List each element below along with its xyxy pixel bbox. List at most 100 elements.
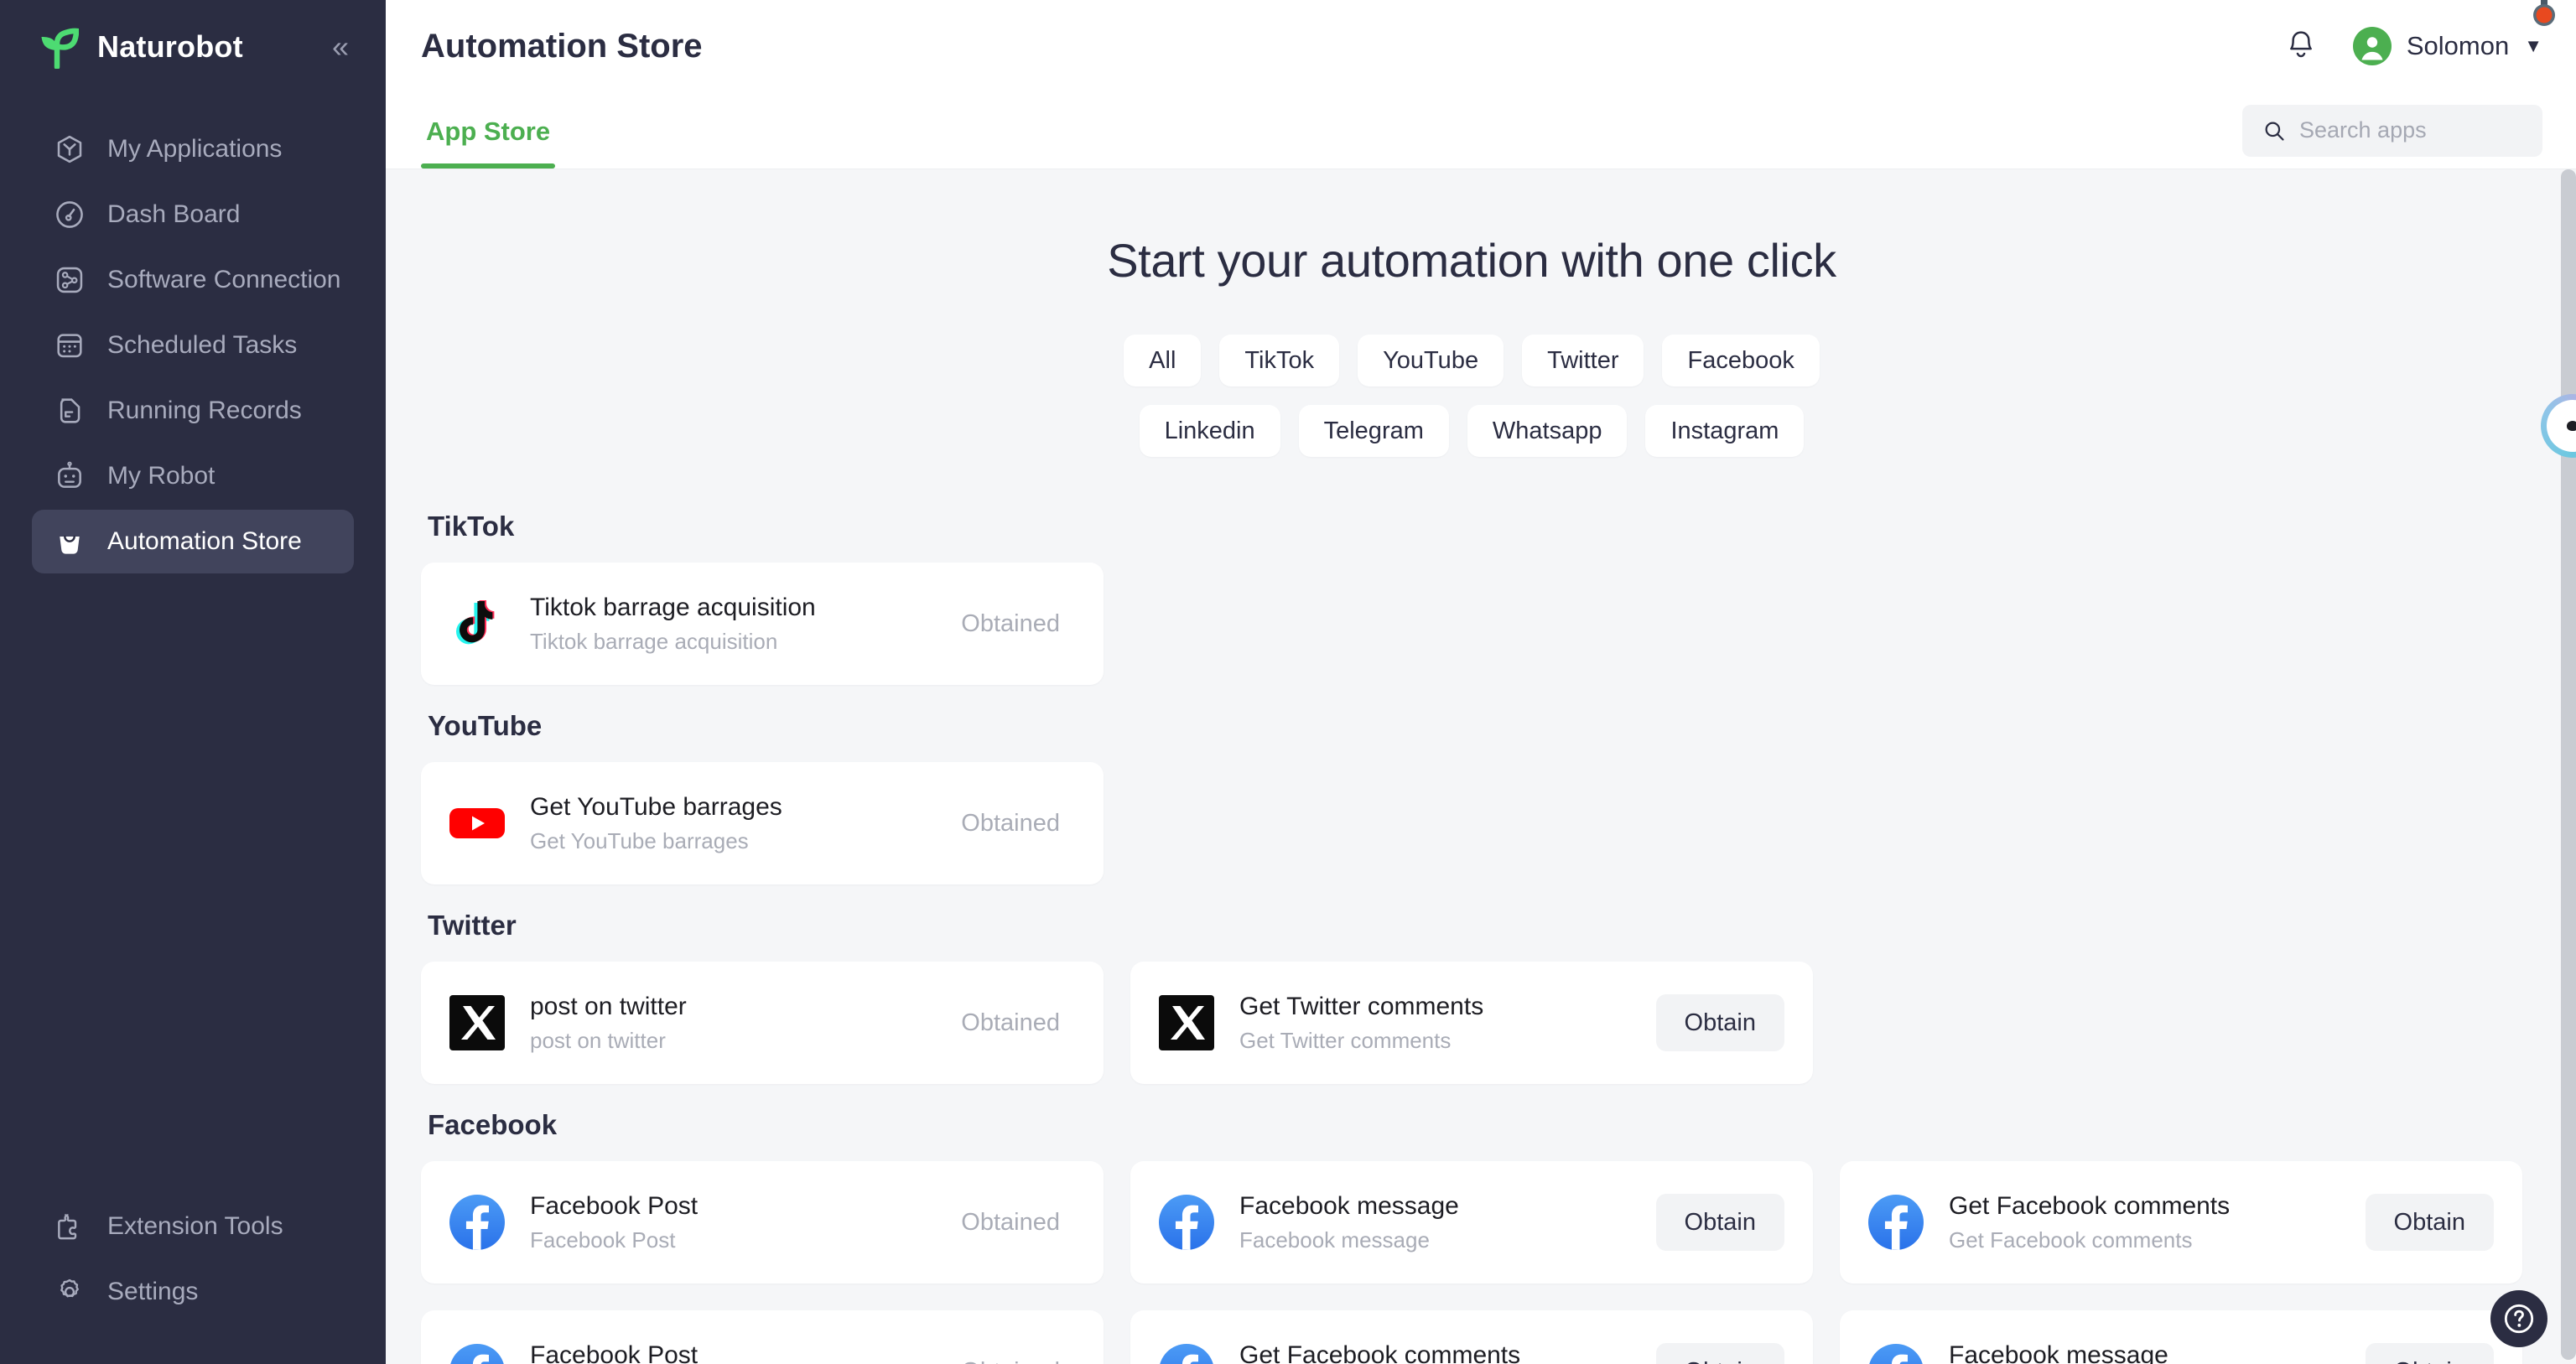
obtain-button[interactable]: Obtain [2365, 1194, 2494, 1251]
sidebar-item-extension-tools[interactable]: Extension Tools [32, 1195, 354, 1258]
search-input[interactable] [2299, 117, 2522, 143]
card-title: Facebook Post [530, 1191, 699, 1220]
facebook-icon [1159, 1195, 1214, 1250]
filter-chip-tiktok[interactable]: TikTok [1219, 335, 1340, 386]
twitter-x-icon [1159, 995, 1214, 1050]
sidebar: Naturobot « My Applications Dash Board S… [0, 0, 386, 1364]
app-card[interactable]: Facebook Post Facebook Post Obtained [421, 1310, 1104, 1364]
sidebar-item-running-records[interactable]: Running Records [32, 379, 354, 443]
filter-chip-all[interactable]: All [1124, 335, 1202, 386]
topbar: Automation Store Solomon ▼ [386, 0, 2576, 92]
gauge-icon [56, 201, 83, 228]
sidebar-item-label: Software Connection [107, 266, 341, 293]
sidebar-item-scheduled-tasks[interactable]: Scheduled Tasks [32, 314, 354, 377]
sidebar-nav-bottom: Extension Tools Settings [0, 1195, 386, 1324]
app-card[interactable]: Facebook message Facebook message Obtain [1130, 1161, 1813, 1284]
tabs-bar: App Store [386, 92, 2576, 169]
card-grid: Facebook Post Facebook Post Obtained Fac… [421, 1161, 2522, 1364]
sidebar-item-automation-store[interactable]: Automation Store [32, 510, 354, 573]
card-text: Get Facebook comments Get Facebook comme… [1239, 1341, 1633, 1364]
section-title: TikTok [428, 511, 515, 542]
section-title: Facebook [428, 1109, 558, 1140]
app-root: Naturobot « My Applications Dash Board S… [0, 0, 2576, 1364]
card-text: Facebook Post Facebook Post [530, 1341, 937, 1364]
facebook-icon [1868, 1195, 1924, 1250]
status-badge: Obtained [961, 809, 1060, 837]
help-button[interactable] [2490, 1290, 2547, 1347]
assistant-orb-inner [2547, 400, 2576, 452]
tab-app-store[interactable]: App Store [421, 117, 556, 169]
obtain-button[interactable]: Obtain [2365, 1343, 2494, 1364]
app-card[interactable]: Tiktok barrage acquisition Tiktok barrag… [421, 563, 1104, 685]
document-list-icon [60, 398, 80, 423]
topbar-right: Solomon ▼ [2284, 27, 2542, 65]
filter-chip-linkedin[interactable]: Linkedin [1139, 405, 1280, 457]
section-title: YouTube [428, 710, 543, 741]
card-title: Facebook Post [530, 1341, 699, 1364]
status-badge: Obtained [961, 609, 1060, 637]
chip-label: Twitter [1547, 346, 1619, 374]
content-scroll-area[interactable]: Start your automation with one click All… [386, 169, 2576, 1364]
card-title: Get YouTube barrages [530, 792, 782, 821]
card-grid: Tiktok barrage acquisition Tiktok barrag… [421, 563, 2522, 685]
card-subtitle: Tiktok barrage acquisition [530, 628, 778, 654]
shopping-bag-icon [60, 535, 80, 554]
sidebar-item-label: Running Records [107, 397, 302, 424]
card-text: Facebook Post Facebook Post [530, 1192, 937, 1253]
sidebar-item-settings[interactable]: Settings [32, 1260, 354, 1324]
card-text: Get Facebook comments Get Facebook comme… [1949, 1192, 2342, 1253]
card-text: Get YouTube barrages Get YouTube barrage… [530, 793, 937, 854]
filter-chip-instagram[interactable]: Instagram [1645, 405, 1805, 457]
chip-label: Facebook [1687, 346, 1794, 374]
card-title: post on twitter [530, 992, 687, 1020]
notification-bell-icon[interactable] [2284, 28, 2318, 65]
card-title: Facebook message [1949, 1341, 2168, 1364]
obtain-button[interactable]: Obtain [1655, 1194, 1784, 1251]
card-text: Facebook message Facebook message [1239, 1192, 1633, 1253]
youtube-icon [449, 808, 505, 838]
sidebar-item-my-robot[interactable]: My Robot [32, 444, 354, 508]
sidebar-item-label: My Applications [107, 135, 283, 163]
app-card[interactable]: post on twitter post on twitter Obtained [421, 962, 1104, 1084]
robot-head-icon [58, 461, 81, 488]
node-link-icon [56, 267, 83, 293]
filter-chip-whatsapp[interactable]: Whatsapp [1467, 405, 1628, 457]
obtain-button[interactable]: Obtain [1655, 994, 1784, 1051]
chevron-down-icon[interactable]: ▼ [2524, 37, 2542, 55]
tiktok-icon [456, 600, 495, 645]
app-card[interactable]: Get YouTube barrages Get YouTube barrage… [421, 762, 1104, 884]
content-inner: Start your automation with one click All… [386, 169, 2576, 1364]
filter-chip-youtube[interactable]: YouTube [1358, 335, 1504, 386]
app-card[interactable]: Facebook Post Facebook Post Obtained [421, 1161, 1104, 1284]
user-menu[interactable]: Solomon ▼ [2352, 27, 2542, 65]
chip-label: Telegram [1323, 417, 1424, 444]
card-text: Facebook message Facebook message [1949, 1341, 2342, 1364]
sidebar-item-label: Automation Store [107, 527, 302, 555]
scrollbar-track[interactable] [2561, 169, 2576, 1364]
app-card[interactable]: Get Facebook comments Get Facebook comme… [1840, 1161, 2522, 1284]
sidebar-nav: My Applications Dash Board Software Conn… [0, 117, 386, 573]
sidebar-item-software-connection[interactable]: Software Connection [32, 248, 354, 312]
app-card[interactable]: Facebook message Facebook message Obtain [1840, 1310, 2522, 1364]
app-card[interactable]: Get Facebook comments Get Facebook comme… [1130, 1310, 1813, 1364]
app-card[interactable]: Get Twitter comments Get Twitter comment… [1130, 962, 1813, 1084]
chip-label: Whatsapp [1492, 417, 1602, 444]
chip-label: Linkedin [1164, 417, 1255, 444]
search-box[interactable] [2242, 104, 2542, 157]
scrollbar-thumb[interactable] [2561, 169, 2576, 1360]
card-grid: post on twitter post on twitter Obtained [421, 962, 2522, 1084]
user-name: Solomon [2406, 31, 2510, 60]
filter-chip-facebook[interactable]: Facebook [1662, 335, 1820, 386]
filter-chip-twitter[interactable]: Twitter [1522, 335, 1644, 386]
platform-filter-chips: All TikTok YouTube Twitter Facebook Link… [1094, 335, 1849, 457]
chevron-double-left-icon[interactable]: « [329, 29, 352, 65]
puzzle-piece-icon [58, 1214, 77, 1240]
card-subtitle: Facebook Post [530, 1227, 676, 1252]
obtain-button[interactable]: Obtain [1655, 1343, 1784, 1364]
card-text: post on twitter post on twitter [530, 993, 937, 1054]
filter-chip-telegram[interactable]: Telegram [1298, 405, 1449, 457]
main-area: Automation Store Solomon ▼ App Store Sea… [386, 0, 2576, 1364]
sidebar-item-dash-board[interactable]: Dash Board [32, 183, 354, 246]
section-twitter: Twitter post on twitter post on twitter [421, 910, 2522, 1084]
sidebar-item-my-applications[interactable]: My Applications [32, 117, 354, 181]
